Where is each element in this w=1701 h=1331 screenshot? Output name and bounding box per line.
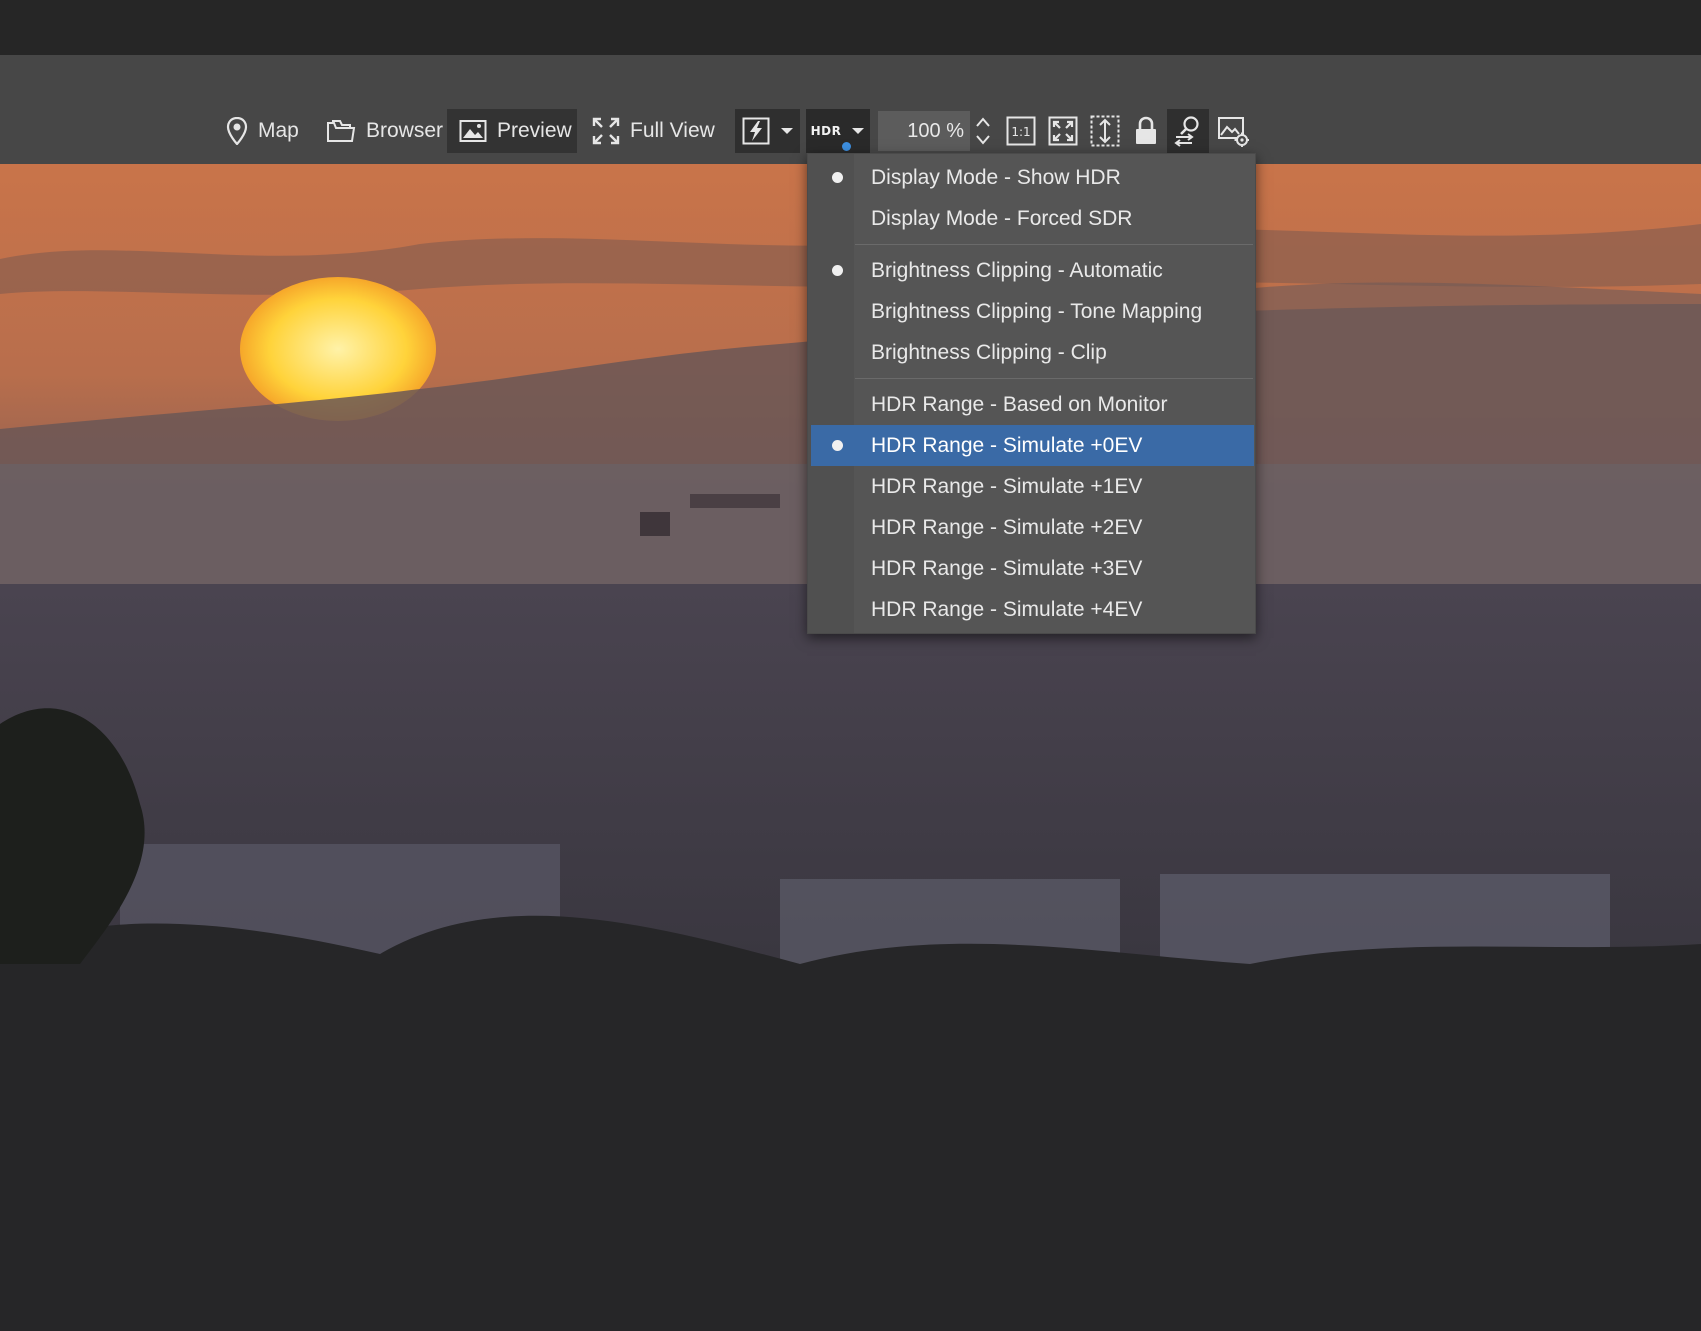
menu-item-display-mode-show-hdr[interactable]: Display Mode - Show HDR <box>811 157 1254 198</box>
radio-bullet-icon <box>832 265 843 276</box>
fit-height-button[interactable] <box>1087 109 1123 153</box>
hdr-dropdown-arrow-icon <box>852 128 865 134</box>
menu-item-brightness-clipping-tone-mapping[interactable]: Brightness Clipping - Tone Mapping <box>811 291 1254 332</box>
radio-bullet-icon <box>832 172 843 183</box>
compare-zoom-button[interactable] <box>1167 109 1209 153</box>
menu-item-label: Brightness Clipping - Tone Mapping <box>871 299 1203 323</box>
zoom-input[interactable]: 100 % <box>878 111 970 151</box>
menu-item-brightness-clipping-clip[interactable]: Brightness Clipping - Clip <box>811 332 1254 373</box>
full-view-label: Full View <box>630 119 715 142</box>
browser-label: Browser <box>366 119 444 142</box>
fit-screen-button[interactable] <box>1045 109 1081 153</box>
map-label: Map <box>258 119 299 142</box>
hdr-active-indicator <box>842 142 851 151</box>
folder-icon <box>327 120 356 142</box>
menu-item-label: HDR Range - Simulate +2EV <box>871 515 1143 539</box>
fit-screen-icon <box>1048 116 1078 146</box>
menu-item-label: HDR Range - Based on Monitor <box>871 392 1168 416</box>
image-icon <box>459 120 487 142</box>
image-settings-icon <box>1218 117 1249 147</box>
title-bar <box>0 0 1701 55</box>
expand-icon <box>592 117 620 145</box>
menu-item-hdr-range-simulate-3ev[interactable]: HDR Range - Simulate +3EV <box>811 548 1254 589</box>
map-pin-icon <box>226 117 248 145</box>
preview-button[interactable]: Preview <box>447 109 577 153</box>
zoom-spinner[interactable] <box>972 113 994 149</box>
menu-item-label: Brightness Clipping - Clip <box>871 340 1107 364</box>
one-to-one-button[interactable]: 1:1 <box>1003 109 1039 153</box>
menu-item-label: Brightness Clipping - Automatic <box>871 258 1163 282</box>
lock-icon <box>1136 116 1156 144</box>
menu-item-label: HDR Range - Simulate +3EV <box>871 556 1143 580</box>
hdr-button[interactable]: HDR <box>806 109 870 153</box>
browser-button[interactable]: Browser <box>318 109 451 153</box>
develop-button[interactable] <box>735 109 800 153</box>
menu-item-display-mode-forced-sdr[interactable]: Display Mode - Forced SDR <box>811 198 1254 239</box>
lightning-icon <box>742 117 769 145</box>
menu-item-label: HDR Range - Simulate +0EV <box>871 433 1143 457</box>
menu-item-hdr-range-based-on-monitor[interactable]: HDR Range - Based on Monitor <box>811 384 1254 425</box>
menu-item-hdr-range-simulate-1ev[interactable]: HDR Range - Simulate +1EV <box>811 466 1254 507</box>
menu-item-hdr-range-simulate-4ev[interactable]: HDR Range - Simulate +4EV <box>811 589 1254 630</box>
compare-zoom-icon <box>1174 116 1199 147</box>
map-button[interactable]: Map <box>218 109 307 153</box>
one-to-one-text: 1:1 <box>1011 125 1030 139</box>
image-settings-button[interactable] <box>1213 109 1253 153</box>
hdr-icon: HDR <box>810 124 842 138</box>
menu-item-label: HDR Range - Simulate +4EV <box>871 597 1143 621</box>
one-to-one-icon: 1:1 <box>1006 116 1036 146</box>
hdr-menu: Display Mode - Show HDR Display Mode - F… <box>807 153 1256 634</box>
dropdown-arrow-icon <box>780 128 793 134</box>
menu-item-hdr-range-simulate-2ev[interactable]: HDR Range - Simulate +2EV <box>811 507 1254 548</box>
radio-bullet-icon <box>832 440 843 451</box>
menu-separator <box>855 378 1253 379</box>
lock-button[interactable] <box>1129 109 1163 153</box>
fit-height-icon <box>1090 115 1120 147</box>
menu-item-label: Display Mode - Forced SDR <box>871 206 1133 230</box>
menu-item-hdr-range-simulate-0ev[interactable]: HDR Range - Simulate +0EV <box>811 425 1254 466</box>
menu-item-label: Display Mode - Show HDR <box>871 165 1121 189</box>
full-view-button[interactable]: Full View <box>584 109 723 153</box>
preview-label: Preview <box>497 119 572 142</box>
menu-separator <box>855 244 1253 245</box>
menu-item-label: HDR Range - Simulate +1EV <box>871 474 1143 498</box>
menu-item-brightness-clipping-automatic[interactable]: Brightness Clipping - Automatic <box>811 250 1254 291</box>
